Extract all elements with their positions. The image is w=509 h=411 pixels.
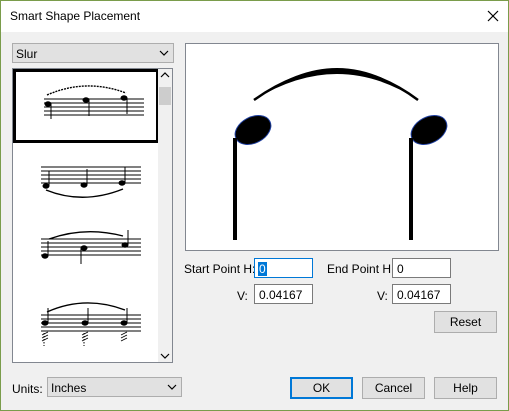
end-point-v-value: 0.04167 (397, 288, 441, 302)
chevron-down-icon (159, 50, 169, 56)
start-point-h-label: Start Point H: (184, 262, 256, 276)
list-item[interactable] (13, 224, 159, 298)
end-point-v-field[interactable]: 0.04167 (392, 284, 451, 304)
start-point-v-value: 0.04167 (259, 288, 303, 302)
help-button[interactable]: Help (434, 377, 497, 399)
end-point-h-field[interactable]: 0 (392, 258, 451, 278)
start-point-v-field[interactable]: 0.04167 (254, 284, 313, 304)
ok-button[interactable]: OK (290, 377, 353, 399)
window-title: Smart Shape Placement (10, 9, 141, 23)
chevron-up-icon[interactable] (160, 72, 170, 78)
start-point-h-field[interactable]: 0 (254, 258, 313, 278)
close-icon (487, 10, 499, 22)
chevron-down-icon[interactable] (160, 353, 170, 359)
preview-panel[interactable] (185, 43, 499, 251)
units-value: Inches (51, 381, 87, 395)
slur-above-thumbnail (44, 85, 144, 119)
slur-above-stems-thumbnail (41, 230, 141, 264)
cancel-button[interactable]: Cancel (362, 377, 425, 399)
shape-type-value: Slur (16, 47, 38, 61)
slur-preview (233, 68, 448, 240)
end-point-v-label: V: (377, 289, 388, 303)
list-item[interactable] (13, 149, 159, 223)
title-bar: Smart Shape Placement (1, 1, 508, 32)
reset-button[interactable]: Reset (434, 311, 497, 333)
shape-list[interactable] (12, 68, 173, 363)
units-label: Units: (12, 382, 43, 396)
start-point-v-label: V: (237, 289, 248, 303)
list-scrollbar[interactable] (158, 69, 172, 362)
list-item[interactable] (13, 69, 159, 143)
scroll-thumb[interactable] (159, 87, 171, 105)
slur-below-thumbnail (41, 166, 141, 198)
slur-grace-notes-thumbnail (41, 302, 141, 346)
units-select[interactable]: Inches (47, 377, 182, 397)
end-point-h-label: End Point H: (327, 262, 395, 276)
chevron-down-icon (167, 384, 177, 390)
close-button[interactable] (478, 1, 508, 32)
list-item[interactable] (13, 295, 159, 362)
end-point-h-value: 0 (397, 262, 404, 276)
start-point-h-value: 0 (258, 262, 267, 276)
shape-type-select[interactable]: Slur (12, 43, 174, 63)
dialog-window: Smart Shape Placement Slur Start Point H… (0, 0, 509, 411)
